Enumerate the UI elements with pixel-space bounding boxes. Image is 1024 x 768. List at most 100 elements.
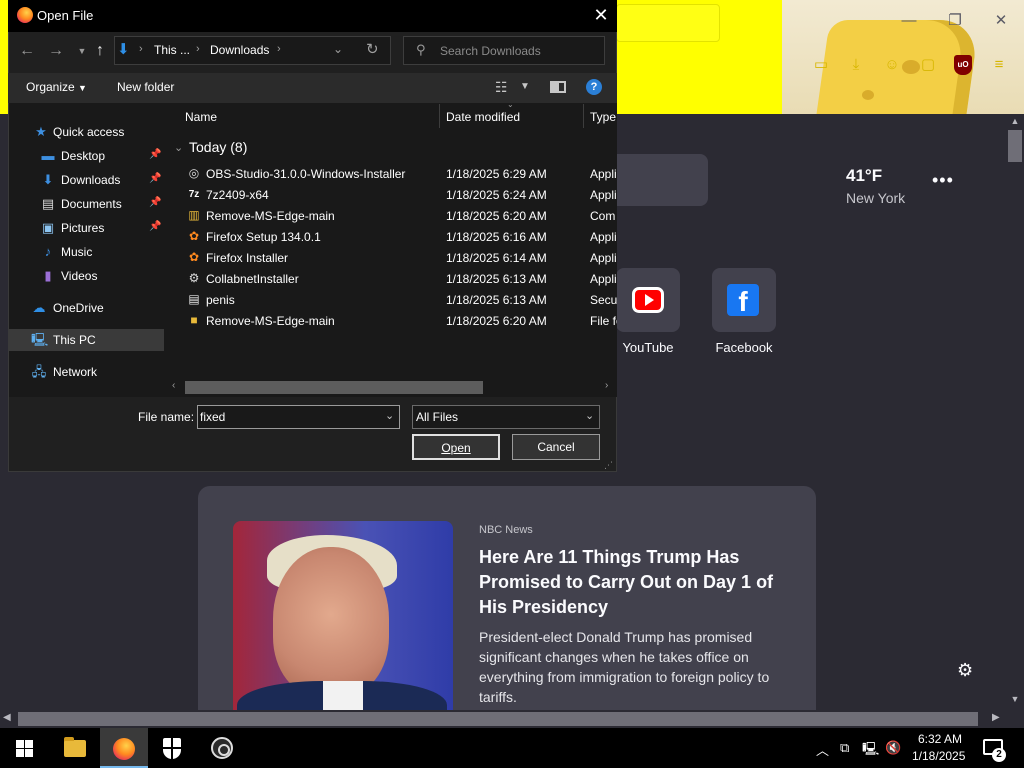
shield-icon bbox=[163, 738, 181, 759]
pocket-icon[interactable]: ▭ bbox=[810, 54, 832, 76]
url-bar[interactable] bbox=[616, 4, 720, 42]
nav-item-label: Quick access bbox=[53, 125, 125, 139]
file-name-chevron-down-icon[interactable]: ⌄ bbox=[385, 409, 394, 422]
pin-icon: 📌 bbox=[149, 221, 162, 232]
firefox-icon bbox=[17, 7, 33, 23]
chevron-right-icon[interactable]: › bbox=[196, 43, 200, 55]
refresh-icon[interactable]: ↻ bbox=[366, 40, 379, 58]
up-arrow-icon[interactable]: ↑ bbox=[90, 40, 110, 62]
nav-item-onedrive[interactable]: ☁ OneDrive bbox=[9, 297, 164, 319]
weather-temperature: 41°F bbox=[846, 166, 883, 185]
file-name: CollabnetInstaller bbox=[206, 272, 299, 286]
nav-item-this-pc[interactable]: 🖳 This PC bbox=[9, 329, 164, 351]
nav-item-videos[interactable]: ▮ Videos bbox=[9, 265, 164, 287]
account-icon[interactable]: ☺ bbox=[881, 54, 903, 76]
cloud-icon: ☁ bbox=[32, 300, 46, 315]
news-description: President-elect Donald Trump has promise… bbox=[479, 629, 770, 705]
extensions-icon[interactable]: ▢ bbox=[917, 54, 939, 76]
forward-arrow-icon[interactable]: → bbox=[46, 40, 66, 62]
file-row[interactable]: ⚙ CollabnetInstaller 1/18/2025 6:13 AM A… bbox=[164, 268, 617, 289]
organize-menu-button[interactable]: Organize ▼ bbox=[26, 80, 87, 94]
scroll-down-arrow-icon[interactable]: ▼ bbox=[1008, 694, 1022, 706]
download-icon: ⬇ bbox=[42, 172, 54, 187]
nav-item-documents[interactable]: ▤ Documents 📌 bbox=[9, 193, 164, 215]
downloads-folder-icon: ⬇ bbox=[117, 41, 130, 58]
help-icon[interactable]: ? bbox=[586, 79, 602, 95]
weather-city: New York bbox=[846, 190, 906, 206]
minimize-button[interactable]: — bbox=[894, 8, 924, 34]
preview-pane-icon[interactable] bbox=[550, 81, 566, 93]
file-name: Firefox Setup 134.0.1 bbox=[206, 230, 321, 244]
recent-locations-chevron-icon[interactable]: ▼ bbox=[72, 40, 92, 62]
dialog-titlebar[interactable] bbox=[8, 0, 617, 32]
file-row[interactable]: 7z 7z2409-x64 1/18/2025 6:24 AM Appli bbox=[164, 184, 617, 205]
column-header-date-modified[interactable]: Date modified bbox=[446, 110, 520, 124]
scroll-up-arrow-icon[interactable]: ▲ bbox=[1008, 116, 1022, 128]
weather-more-button[interactable]: ••• bbox=[932, 170, 954, 191]
taskbar-firefox[interactable] bbox=[100, 728, 148, 768]
view-options-chevron-down-icon[interactable]: ▼ bbox=[520, 81, 530, 92]
taskbar-obs-studio[interactable] bbox=[198, 728, 246, 768]
downloads-icon[interactable]: ⤓ bbox=[845, 54, 867, 76]
group-header-today[interactable]: Today (8) bbox=[189, 139, 247, 155]
file-row[interactable]: ■ Remove-MS-Edge-main 1/18/2025 6:20 AM … bbox=[164, 310, 617, 331]
nav-item-desktop[interactable]: ▬ Desktop 📌 bbox=[9, 145, 164, 167]
start-button[interactable] bbox=[0, 728, 48, 768]
clock-time[interactable]: 6:32 AM bbox=[918, 732, 962, 746]
resize-grip-icon[interactable]: ⋰ bbox=[604, 460, 613, 471]
nav-item-pictures[interactable]: ▣ Pictures 📌 bbox=[9, 217, 164, 239]
scroll-thumb-vertical[interactable] bbox=[1008, 130, 1022, 162]
cancel-button[interactable]: Cancel bbox=[512, 434, 600, 460]
page-scrollbar-vertical[interactable] bbox=[1004, 114, 1024, 710]
taskbar-file-explorer[interactable] bbox=[50, 728, 98, 768]
nav-item-quick-access[interactable]: ★ Quick access bbox=[9, 121, 164, 143]
file-row[interactable]: ✿ Firefox Setup 134.0.1 1/18/2025 6:16 A… bbox=[164, 226, 617, 247]
clock-date[interactable]: 1/18/2025 bbox=[912, 749, 965, 763]
scroll-left-arrow-icon[interactable]: ◀ bbox=[3, 712, 15, 726]
file-row[interactable]: ◎ OBS-Studio-31.0.0-Windows-Installer 1/… bbox=[164, 163, 617, 184]
column-divider[interactable] bbox=[583, 104, 584, 128]
breadcrumb-this-pc[interactable]: This ... bbox=[154, 43, 190, 57]
column-header-name[interactable]: Name bbox=[185, 110, 217, 124]
group-collapse-chevron-icon[interactable]: ⌄ bbox=[174, 141, 183, 154]
breadcrumb-downloads[interactable]: Downloads bbox=[210, 43, 269, 57]
file-type-chevron-down-icon[interactable]: ⌄ bbox=[585, 409, 594, 422]
scroll-right-chevron-icon[interactable]: › bbox=[605, 380, 608, 391]
chevron-right-icon[interactable]: › bbox=[277, 43, 281, 55]
file-type: Appli bbox=[590, 188, 617, 202]
menu-icon[interactable]: ≡ bbox=[988, 54, 1010, 76]
new-folder-button[interactable]: New folder bbox=[117, 80, 174, 94]
news-source: NBC News bbox=[479, 524, 533, 536]
search-input[interactable] bbox=[440, 37, 600, 64]
file-type: Appli bbox=[590, 230, 617, 244]
meet-now-icon[interactable]: ⧉ bbox=[840, 740, 849, 756]
view-details-icon[interactable]: ☷ bbox=[495, 79, 508, 96]
network-icon[interactable]: 🖳 bbox=[862, 740, 879, 762]
news-headline[interactable]: Here Are 11 Things Trump Has Promised to… bbox=[479, 545, 789, 620]
newtab-search-box[interactable] bbox=[616, 154, 708, 206]
scroll-left-chevron-icon[interactable]: ‹ bbox=[172, 380, 175, 391]
gear-icon[interactable]: ⚙ bbox=[957, 660, 973, 681]
taskbar-windows-security[interactable] bbox=[148, 728, 196, 768]
dialog-close-icon[interactable]: ✕ bbox=[586, 4, 616, 28]
file-row[interactable]: ▤ penis 1/18/2025 6:13 AM Secur bbox=[164, 289, 617, 310]
volume-muted-icon[interactable]: 🔇 bbox=[885, 740, 901, 756]
nav-item-music[interactable]: ♪ Music bbox=[9, 241, 164, 263]
file-row[interactable]: ▥ Remove-MS-Edge-main 1/18/2025 6:20 AM … bbox=[164, 205, 617, 226]
close-window-button[interactable]: ✕ bbox=[986, 8, 1016, 34]
column-header-type[interactable]: Type bbox=[590, 110, 616, 124]
address-history-chevron-down-icon[interactable]: ⌄ bbox=[333, 42, 343, 56]
show-hidden-icons-chevron-up-icon[interactable]: ︿ bbox=[816, 740, 829, 759]
scroll-thumb-horizontal[interactable] bbox=[18, 712, 978, 726]
file-row[interactable]: ✿ Firefox Installer 1/18/2025 6:14 AM Ap… bbox=[164, 247, 617, 268]
file-name-input[interactable] bbox=[200, 406, 380, 428]
column-divider[interactable] bbox=[439, 104, 440, 128]
nav-item-downloads[interactable]: ⬇ Downloads 📌 bbox=[9, 169, 164, 191]
open-button[interactable]: Open bbox=[412, 434, 500, 460]
ublock-origin-icon[interactable]: uO bbox=[954, 55, 972, 75]
nav-item-network[interactable]: 🖧 Network bbox=[9, 361, 164, 383]
restore-button[interactable]: ❐ bbox=[940, 8, 970, 34]
back-arrow-icon[interactable]: ← bbox=[17, 40, 37, 62]
file-list-scroll-thumb[interactable] bbox=[185, 381, 483, 394]
scroll-right-arrow-icon[interactable]: ▶ bbox=[992, 712, 1004, 726]
